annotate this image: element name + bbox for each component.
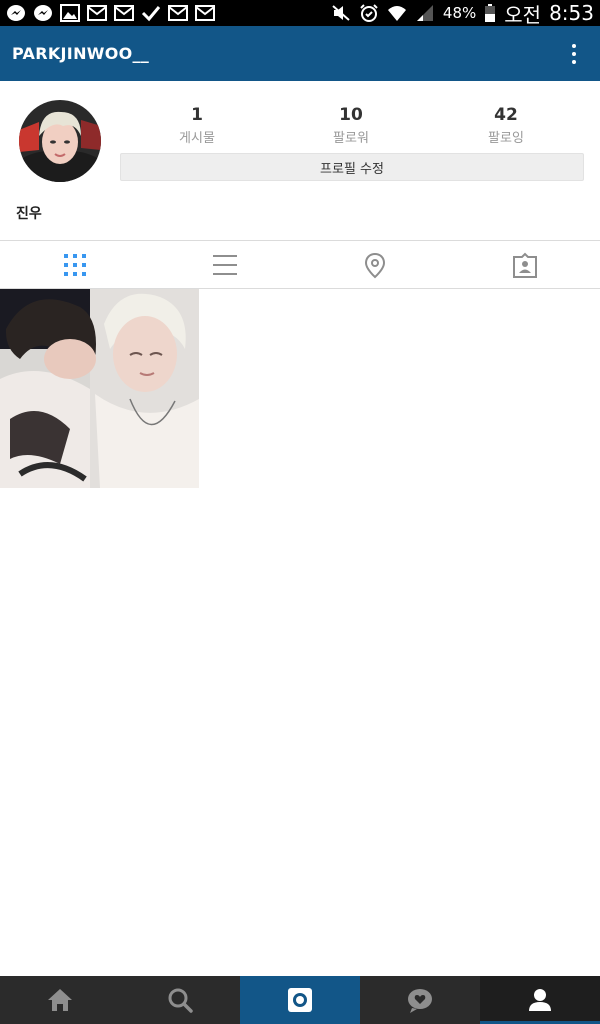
tab-list[interactable] [150, 241, 300, 288]
following-count: 42 [494, 105, 518, 125]
followers-label: 팔로워 [333, 131, 369, 146]
list-icon [213, 254, 237, 275]
mail-icon [195, 4, 215, 22]
tab-grid[interactable] [0, 241, 150, 288]
system-icons: 48% 오전 8:53 [331, 0, 594, 28]
nav-camera[interactable] [240, 976, 360, 1024]
home-icon [48, 989, 72, 1011]
stat-posts[interactable]: 1 게시물 [137, 105, 257, 146]
camera-icon [288, 988, 312, 1012]
app-bar: PARKJINWOO__ [0, 26, 600, 81]
alarm-icon [359, 4, 379, 22]
tagged-photos-icon [513, 252, 537, 278]
status-bar: 48% 오전 8:53 [0, 0, 600, 28]
clock-am-pm: 오전 [504, 2, 542, 27]
notification-icons [6, 4, 215, 22]
stat-followers[interactable]: 10 팔로워 [291, 105, 411, 146]
location-pin-icon [364, 252, 386, 278]
activity-heart-icon [408, 989, 432, 1013]
nav-home[interactable] [0, 976, 120, 1024]
username-title: PARKJINWOO__ [12, 44, 150, 63]
stat-following[interactable]: 42 팔로잉 [446, 105, 566, 146]
edit-profile-button[interactable]: 프로필 수정 [120, 153, 584, 181]
posts-label: 게시물 [179, 131, 215, 146]
profile-view-tabs [0, 240, 600, 289]
tab-tagged[interactable] [450, 241, 600, 288]
gallery-icon [60, 4, 80, 22]
check-icon [141, 4, 161, 22]
mail-icon [168, 4, 188, 22]
nav-activity[interactable] [360, 976, 480, 1024]
search-icon [168, 988, 193, 1013]
profile-header: 1 게시물 10 팔로워 42 팔로잉 프로필 수정 진우 [0, 81, 600, 240]
following-label: 팔로잉 [488, 131, 524, 146]
tab-places[interactable] [300, 241, 450, 288]
battery-icon [484, 4, 496, 22]
signal-icon [415, 4, 435, 22]
profile-icon [529, 989, 551, 1011]
posts-count: 1 [191, 105, 203, 125]
mute-icon [331, 4, 351, 22]
followers-count: 10 [339, 105, 363, 125]
nav-profile[interactable] [480, 976, 600, 1024]
avatar[interactable] [19, 100, 101, 182]
mail-icon [114, 4, 134, 22]
display-name: 진우 [16, 206, 42, 222]
messenger-icon [6, 4, 26, 22]
nav-search[interactable] [120, 976, 240, 1024]
clock-time: 8:53 [549, 1, 594, 25]
overflow-menu-icon[interactable] [560, 34, 588, 74]
wifi-icon [387, 4, 407, 22]
battery-percent: 48% [442, 4, 477, 22]
grid-icon [64, 253, 86, 276]
post-thumbnail[interactable] [0, 289, 199, 488]
messenger-icon [33, 4, 53, 22]
mail-icon [87, 4, 107, 22]
bottom-navigation [0, 976, 600, 1024]
